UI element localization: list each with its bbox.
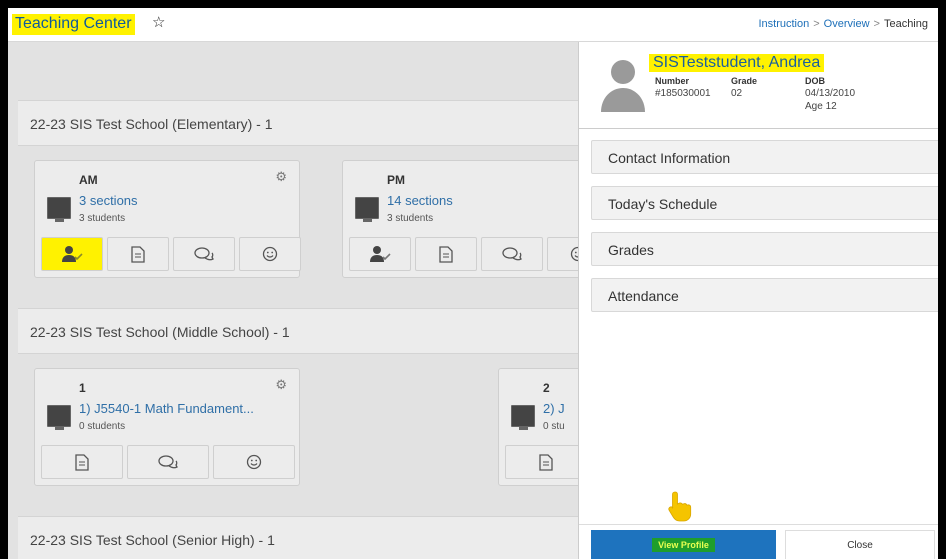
student-count: 0 students <box>79 421 126 432</box>
sections-link[interactable]: 1) J5540-1 Math Fundament... <box>79 401 254 416</box>
attendance-icon[interactable] <box>41 237 103 271</box>
card-period: 1 <box>79 381 86 395</box>
school-name: 22-23 SIS Test School (Elementary) - 1 <box>30 116 273 132</box>
student-grade: Grade 02 <box>731 76 758 99</box>
monitor-icon <box>47 405 71 430</box>
panel-footer: View Profile Close <box>579 524 938 559</box>
section-contact-information[interactable]: Contact Information <box>591 140 938 174</box>
student-dob: DOB 04/13/2010 Age 12 <box>805 76 856 112</box>
teaching-center-window: Teaching Center ☆ Instruction > Overview > T… <box>8 8 938 559</box>
school-header-elementary[interactable]: 22-23 SIS Test School (Elementary) - 1 <box>18 100 578 146</box>
student-count: 0 stu <box>543 421 565 432</box>
monitor-icon <box>47 197 71 222</box>
school-header-senior-high[interactable]: 22-23 SIS Test School (Senior High) - 1 <box>18 516 578 559</box>
student-name: SISTeststudent, Andrea <box>649 54 825 72</box>
document-icon[interactable] <box>107 237 169 271</box>
smiley-icon[interactable] <box>547 237 578 271</box>
chat-icon[interactable] <box>127 445 209 479</box>
gear-icon[interactable]: ⚙ <box>275 377 287 393</box>
smiley-icon[interactable] <box>239 237 301 271</box>
section-card-period-1: 1 ⚙ 1) J5540-1 Math Fundament... 0 stude… <box>34 368 300 486</box>
gear-icon[interactable]: ⚙ <box>275 169 287 185</box>
section-card-period-2: 2 2) J 0 stu <box>498 368 578 486</box>
sections-link[interactable]: 14 sections <box>387 193 453 208</box>
chat-icon[interactable] <box>173 237 235 271</box>
breadcrumb: Instruction > Overview > Teaching <box>758 18 928 30</box>
view-profile-button[interactable]: View Profile <box>591 530 776 559</box>
section-card-pm: PM 14 sections 3 students <box>342 160 578 278</box>
section-grades[interactable]: Grades <box>591 232 938 266</box>
pointing-hand-icon <box>668 491 692 522</box>
sections-link[interactable]: 3 sections <box>79 193 138 208</box>
section-attendance[interactable]: Attendance <box>591 278 938 312</box>
student-number: Number #185030001 <box>655 76 711 99</box>
breadcrumb-instruction[interactable]: Instruction <box>758 18 809 30</box>
monitor-icon <box>511 405 535 430</box>
breadcrumb-overview[interactable]: Overview <box>824 18 870 30</box>
student-count: 3 students <box>79 213 126 224</box>
panel-divider <box>579 128 938 129</box>
document-icon[interactable] <box>41 445 123 479</box>
section-card-am: AM ⚙ 3 sections 3 students <box>34 160 301 278</box>
star-outline-icon[interactable]: ☆ <box>152 15 165 31</box>
student-count: 3 students <box>387 213 434 224</box>
close-button[interactable]: Close <box>785 530 935 559</box>
document-icon[interactable] <box>415 237 477 271</box>
top-bar: Teaching Center ☆ Instruction > Overview > T… <box>8 8 938 42</box>
monitor-icon <box>355 197 379 222</box>
document-icon[interactable] <box>505 445 578 479</box>
smiley-icon[interactable] <box>213 445 295 479</box>
attendance-icon[interactable] <box>349 237 411 271</box>
chevron-right-icon: > <box>813 18 820 30</box>
sections-link[interactable]: 2) J <box>543 401 565 416</box>
breadcrumb-teaching: Teaching <box>883 18 928 30</box>
card-period: AM <box>79 173 98 187</box>
avatar-icon <box>601 60 645 112</box>
card-period: 2 <box>543 381 550 395</box>
school-header-middle[interactable]: 22-23 SIS Test School (Middle School) - … <box>18 308 578 354</box>
school-name: 22-23 SIS Test School (Senior High) - 1 <box>30 532 275 548</box>
teaching-overview: 22-23 SIS Test School (Elementary) - 1 A… <box>8 42 578 559</box>
section-todays-schedule[interactable]: Today's Schedule <box>591 186 938 220</box>
chat-icon[interactable] <box>481 237 543 271</box>
page-title: Teaching Center <box>12 14 135 35</box>
chevron-right-icon: > <box>873 18 880 30</box>
student-summary-panel: SISTeststudent, Andrea Number #185030001… <box>578 42 938 559</box>
school-name: 22-23 SIS Test School (Middle School) - … <box>30 324 290 340</box>
card-period: PM <box>387 173 405 187</box>
